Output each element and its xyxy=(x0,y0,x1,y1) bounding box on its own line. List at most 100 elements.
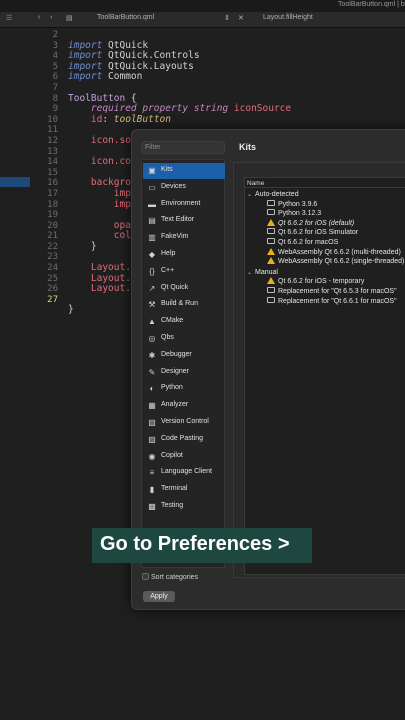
help-icon: ◆ xyxy=(148,250,156,259)
category-item-copilot[interactable]: ◉ Copilot xyxy=(143,449,225,465)
kit-row[interactable]: Qt 6.6.2 for iOS - temporary xyxy=(267,277,364,287)
chevron-down-icon[interactable]: ⌄ xyxy=(247,190,255,200)
kit-row[interactable]: WebAssembly Qt 6.6.2 (single-threaded) xyxy=(267,257,404,267)
tree-header-name[interactable]: Name xyxy=(245,178,405,188)
category-item-kits[interactable]: ▣ Kits xyxy=(143,163,225,179)
category-item-cmake[interactable]: ▲ CMake xyxy=(143,314,225,330)
back-icon[interactable]: ‹ xyxy=(38,14,40,21)
category-item-build-run[interactable]: ⚒ Build & Run xyxy=(143,297,225,313)
line-number: 11 xyxy=(47,125,58,136)
kit-row[interactable]: Replacement for "Qt 6.6.1 for macOS" xyxy=(267,296,397,307)
line-number: 14 xyxy=(47,157,58,168)
kit-label: Qt 6.6.2 for iOS - temporary xyxy=(278,278,365,286)
symbol-selector[interactable]: Layout.fillHeight xyxy=(263,14,313,21)
kit-label: Python 3.12.3 xyxy=(278,210,322,218)
category-label: Language Client xyxy=(161,468,212,476)
category-item-fakevim[interactable]: ▥ FakeVim xyxy=(143,230,225,246)
category-item-debugger[interactable]: ✱ Debugger xyxy=(143,348,225,364)
kit-label: WebAssembly Qt 6.6.2 (multi-threaded) xyxy=(278,248,401,256)
code-line: Layout.m xyxy=(90,283,137,295)
kit-row[interactable]: WebAssembly Qt 6.6.2 (multi-threaded) xyxy=(267,247,401,258)
line-number: 22 xyxy=(47,241,58,252)
kit-label: Python 3.9.6 xyxy=(278,200,318,208)
current-line-marker xyxy=(0,177,30,187)
monitor-icon xyxy=(267,199,275,206)
category-label: Qbs xyxy=(161,334,174,341)
sort-categories-checkbox[interactable]: Sort categories xyxy=(142,573,198,581)
cmake-icon: ▲ xyxy=(148,317,156,327)
category-item-terminal[interactable]: ▮ Terminal xyxy=(143,482,225,498)
category-label: Code Pasting xyxy=(161,434,204,442)
kit-row[interactable]: Replacement for "Qt 6.5.3 for macOS" xyxy=(267,287,397,297)
category-item-version-control[interactable]: ▧ Version Control xyxy=(143,415,225,431)
line-number: 9 xyxy=(52,104,58,115)
python-icon: ◐ xyxy=(149,384,155,394)
code-line: opac xyxy=(113,219,137,231)
category-item-environment[interactable]: ▬ Environment xyxy=(143,197,225,213)
category-item-analyzer[interactable]: ▦ Analyzer xyxy=(143,398,225,414)
category-item-python[interactable]: ◐ Python xyxy=(143,381,225,397)
title-strip: ToolBarButton.qml | b xyxy=(0,0,405,12)
kit-row[interactable]: Qt 6.6.2 for macOS xyxy=(267,238,338,248)
category-label: Build & Run xyxy=(161,300,198,308)
kit-label: Qt 6.6.2 for iOS Simulator xyxy=(278,229,359,237)
kit-label: WebAssembly Qt 6.6.2 (single-threaded) xyxy=(278,258,405,266)
warning-icon xyxy=(267,247,275,255)
category-item-testing[interactable]: ▩ Testing xyxy=(143,499,225,515)
kits-panel: Name ⌄ Auto-detected Python 3.9.6 Python 3.… xyxy=(233,162,405,578)
menu-icon[interactable]: ☰ xyxy=(6,14,12,22)
tree-group[interactable]: ⌄ Manual xyxy=(247,268,278,278)
code-line: imp xyxy=(113,187,131,199)
line-number: 5 xyxy=(52,61,58,72)
line-number: 27 xyxy=(47,294,58,305)
line-number: 3 xyxy=(52,40,58,51)
apply-button[interactable]: Apply xyxy=(143,591,175,602)
warning-icon xyxy=(267,218,275,226)
code-line: } xyxy=(68,240,97,252)
left-gutter xyxy=(0,28,30,720)
terminal-icon: ▮ xyxy=(149,485,155,495)
category-item-qbs[interactable]: ◎ Qbs xyxy=(143,331,225,347)
warning-icon xyxy=(267,277,275,285)
category-item-language-client[interactable]: ≡ Language Client xyxy=(143,465,225,481)
language-client-icon: ≡ xyxy=(149,468,155,478)
tree-group-label: Auto-detected xyxy=(255,191,299,198)
code-line: import QtQuick.Layouts xyxy=(68,60,194,72)
tree-group[interactable]: ⌄ Auto-detected xyxy=(247,190,299,200)
open-file-tab[interactable]: ToolBarButton.qml xyxy=(97,14,154,21)
kits-tree[interactable]: Name ⌄ Auto-detected Python 3.9.6 Python 3.… xyxy=(244,177,405,575)
line-number: 18 xyxy=(47,199,58,210)
line-numbers: 2 3 4 5 6 7 8 9 10 11 12 13 14 15 16 17 18 19 20 21 22 23 24 25… xyxy=(30,30,58,305)
code-line: required property string iconSource xyxy=(90,103,292,115)
code-line: icon.sou xyxy=(90,134,137,146)
category-item-help[interactable]: ◆ Help xyxy=(143,247,225,263)
category-item-devices[interactable]: ▭ Devices xyxy=(143,180,225,196)
category-label: FakeVim xyxy=(161,233,189,241)
category-item-c[interactable]: {} C++ xyxy=(143,264,225,280)
category-item-text-editor[interactable]: ▤ Text Editor xyxy=(143,213,225,229)
chevron-down-icon[interactable]: ⌄ xyxy=(247,268,255,278)
tab-dropdown-icon[interactable]: ⇕ xyxy=(224,14,230,22)
category-item-code-pasting[interactable]: ▨ Code Pasting xyxy=(143,432,225,448)
kit-row[interactable]: Python 3.12.3 xyxy=(267,209,321,219)
page-title: Kits xyxy=(239,142,257,152)
filter-input[interactable]: Filter xyxy=(141,141,225,154)
category-item-qt-quick[interactable]: ↗ Qt Quick xyxy=(143,281,225,297)
code-line: import QtQuick xyxy=(68,39,149,51)
kit-label: Replacement for "Qt 6.5.3 for macOS" xyxy=(278,288,397,295)
category-label: Text Editor xyxy=(161,216,195,224)
kit-row[interactable]: Python 3.9.6 xyxy=(267,199,318,210)
line-number: 23 xyxy=(47,252,58,263)
testing-icon: ▩ xyxy=(148,502,156,511)
copilot-icon: ◉ xyxy=(148,451,156,461)
line-number: 2 xyxy=(52,30,58,40)
code-line: ToolButton { xyxy=(68,92,137,104)
line-number: 4 xyxy=(52,51,58,62)
kit-row[interactable]: Qt 6.6.2 for iOS Simulator xyxy=(267,228,358,238)
category-item-designer[interactable]: ✎ Designer xyxy=(143,365,225,381)
code-pasting-icon: ▨ xyxy=(148,434,156,444)
build-run-icon: ⚒ xyxy=(148,300,156,310)
kit-row[interactable]: Qt 6.6.2 for iOS (default) xyxy=(267,218,354,229)
close-tab-icon[interactable]: ✕ xyxy=(238,14,244,22)
forward-icon[interactable]: › xyxy=(50,14,52,21)
